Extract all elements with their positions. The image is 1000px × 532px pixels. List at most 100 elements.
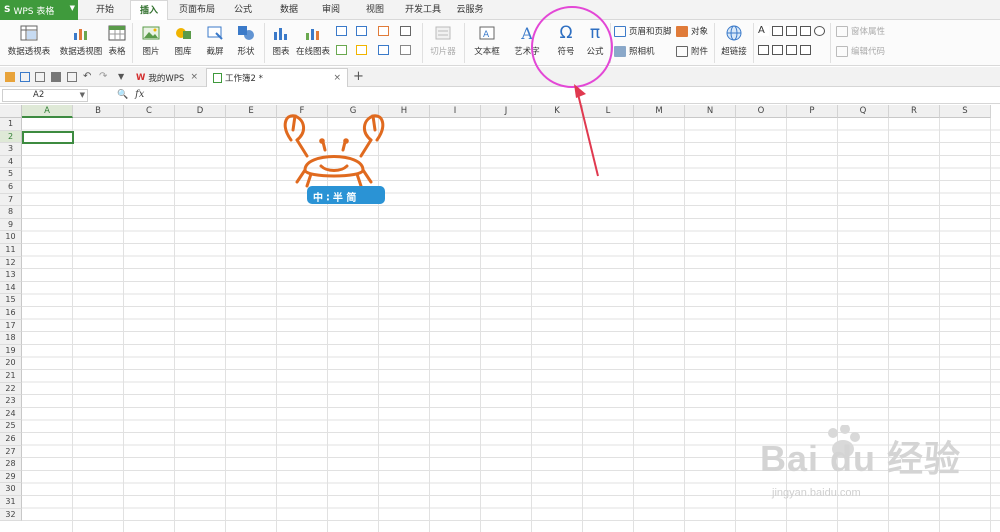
row-header-32[interactable]: 32 [0,508,22,522]
tab-formulas[interactable]: 公式 [224,0,262,20]
row-header-12[interactable]: 12 [0,256,22,270]
column-chart-icon[interactable] [336,26,347,36]
row-header-29[interactable]: 29 [0,470,22,484]
button-control-icon[interactable] [772,26,783,36]
row-header-16[interactable]: 16 [0,307,22,320]
pivot-chart-button[interactable]: 数据透视图 [56,20,106,57]
save-icon[interactable] [20,72,30,82]
row-header-8[interactable]: 8 [0,206,22,219]
column-header-c[interactable]: C [124,105,175,118]
row-header-31[interactable]: 31 [0,496,22,509]
column-header-s[interactable]: S [940,105,991,118]
name-box[interactable]: A2 ▼ [2,89,88,102]
tab-cloud[interactable]: 云服务 [450,0,490,20]
row-header-23[interactable]: 23 [0,395,22,408]
new-tab-icon[interactable]: + [353,69,364,84]
row-header-15[interactable]: 15 [0,294,22,307]
row-header-1[interactable]: 1 [0,118,22,131]
tab-home[interactable]: 开始 [84,0,126,20]
row-header-10[interactable]: 10 [0,231,22,244]
online-chart-button[interactable]: 在线图表 [294,20,332,57]
shapes-button[interactable]: 形状 [231,20,261,57]
column-header-r[interactable]: R [889,105,940,118]
pivot-table-button[interactable]: 数据透视表 [4,20,54,57]
line-chart-icon[interactable] [378,26,389,36]
row-header-4[interactable]: 4 [0,155,22,169]
column-header-m[interactable]: M [634,105,685,118]
form-properties-button[interactable]: 窗体属性 [836,25,885,37]
label-control-icon[interactable]: A [758,26,769,36]
column-header-a[interactable]: A [22,105,73,118]
hyperlink-button[interactable]: 超链接 [718,20,750,57]
textbox-button[interactable]: A 文本框 [468,20,506,57]
row-header-27[interactable]: 27 [0,445,22,459]
open-icon[interactable] [5,72,15,82]
screenshot-button[interactable]: 截屏 [200,20,230,57]
checkbox-control-icon[interactable] [786,26,797,36]
row-header-7[interactable]: 7 [0,193,22,207]
scatter-chart-icon[interactable] [400,45,411,55]
tab-view[interactable]: 视图 [356,0,394,20]
column-header-d[interactable]: D [175,105,226,118]
row-header-24[interactable]: 24 [0,407,22,421]
row-header-11[interactable]: 11 [0,244,22,257]
row-header-14[interactable]: 14 [0,281,22,295]
column-header-p[interactable]: P [787,105,838,118]
header-footer-button[interactable]: 页眉和页脚 [614,25,672,37]
table-button[interactable]: 表格 [104,20,130,57]
tab-data[interactable]: 数据 [270,0,308,20]
tab-review[interactable]: 审阅 [312,0,350,20]
listbox-control-icon[interactable] [758,45,769,55]
tab-insert[interactable]: 插入 [130,0,168,21]
radio-control-icon[interactable] [814,26,825,36]
column-header-q[interactable]: Q [838,105,889,118]
close-tab-icon[interactable]: × [333,73,341,83]
column-header-b[interactable]: B [73,105,124,118]
object-button[interactable]: 对象 [676,25,708,37]
row-header-6[interactable]: 6 [0,181,22,194]
row-header-21[interactable]: 21 [0,370,22,383]
row-header-25[interactable]: 25 [0,420,22,433]
column-header-e[interactable]: E [226,105,277,118]
row-header-2[interactable]: 2 [0,130,22,144]
close-tab-icon[interactable]: × [190,72,198,82]
row-header-9[interactable]: 9 [0,218,22,232]
more-charts-icon[interactable] [400,26,411,36]
select-all-corner[interactable] [0,105,22,118]
slicer-button[interactable]: 切片器 [426,20,460,57]
tab-page-layout[interactable]: 页面布局 [172,0,222,20]
active-cell-a2[interactable] [22,130,74,145]
checkbox-checked-icon[interactable] [800,26,811,36]
attachment-button[interactable]: 附件 [676,45,708,57]
picture-button[interactable]: 图片 [136,20,166,57]
column-header-n[interactable]: N [685,105,736,118]
redo-icon[interactable]: ↷ [99,72,109,82]
stock-chart-icon[interactable] [378,45,389,55]
customize-toolbar-icon[interactable]: ▼ [118,72,128,82]
edit-code-button[interactable]: 编辑代码 [836,45,885,57]
chevron-down-icon[interactable]: ▼ [80,90,85,101]
row-header-3[interactable]: 3 [0,143,22,156]
doc-tab-workbook2[interactable]: 工作簿2 * × [206,68,348,87]
scrollbar-control-icon[interactable] [800,45,811,55]
bar-chart-icon[interactable] [356,26,367,36]
app-menu-button[interactable]: S WPS 表格 ▼ [0,0,78,20]
row-header-19[interactable]: 19 [0,344,22,358]
combobox-control-icon[interactable] [772,45,783,55]
row-header-13[interactable]: 13 [0,269,22,282]
row-header-26[interactable]: 26 [0,433,22,446]
row-header-17[interactable]: 17 [0,319,22,333]
print-preview-icon[interactable] [67,72,77,82]
row-header-30[interactable]: 30 [0,483,22,496]
doc-tab-my-wps[interactable]: W 我的WPS × [130,68,204,87]
column-header-o[interactable]: O [736,105,787,118]
row-header-18[interactable]: 18 [0,332,22,345]
row-header-28[interactable]: 28 [0,458,22,471]
undo-icon[interactable]: ↶ [83,72,93,82]
output-pdf-icon[interactable] [35,72,45,82]
camera-button[interactable]: 照相机 [614,45,655,57]
chart-button[interactable]: 图表 [268,20,294,57]
insert-function-icon[interactable]: fx [135,89,144,100]
gallery-button[interactable]: 图库 [168,20,198,57]
column-header-i[interactable]: I [430,105,481,118]
